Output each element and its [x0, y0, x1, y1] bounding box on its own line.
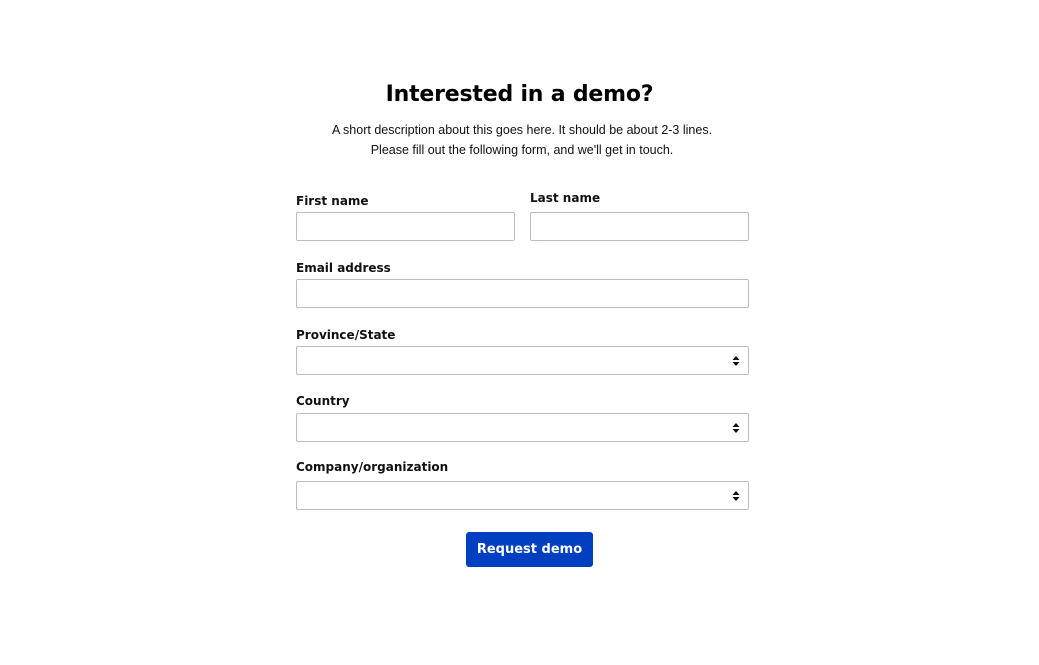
updown-arrows-icon [732, 356, 740, 366]
form-description: A short description about this goes here… [266, 120, 778, 160]
company-select[interactable] [296, 481, 749, 510]
province-select[interactable] [296, 346, 749, 375]
last-name-input[interactable] [530, 212, 749, 241]
description-line-1: A short description about this goes here… [331, 123, 713, 137]
email-label: Email address [296, 261, 391, 275]
last-name-label: Last name [530, 191, 601, 205]
email-input[interactable] [296, 279, 749, 308]
province-label: Province/State [296, 328, 396, 342]
request-demo-button[interactable]: Request demo [466, 532, 593, 567]
first-name-input[interactable] [296, 212, 515, 241]
country-select[interactable] [296, 413, 749, 442]
page-title: Interested in a demo? [385, 82, 654, 107]
first-name-label: First name [296, 194, 369, 208]
updown-arrows-icon [732, 491, 740, 501]
country-label: Country [296, 394, 350, 408]
updown-arrows-icon [732, 423, 740, 433]
company-label: Company/organization [296, 460, 449, 474]
demo-request-page: Interested in a demo? A short descriptio… [0, 0, 1039, 665]
description-line-2: Please fill out the following form, and … [370, 143, 674, 157]
